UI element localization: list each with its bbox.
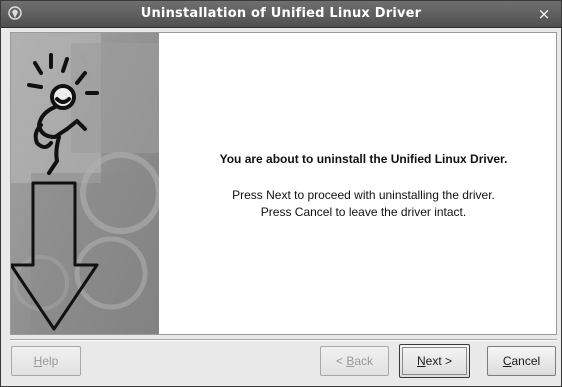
back-arrow: < — [335, 354, 347, 368]
message-area: You are about to uninstall the Unified L… — [171, 33, 556, 334]
help-label: elp — [42, 354, 59, 368]
back-label: ack — [354, 354, 374, 368]
next-button[interactable]: Next > — [399, 344, 470, 378]
window-title: Uninstallation of Unified Linux Driver — [140, 6, 422, 21]
content-frame: You are about to uninstall the Unified L… — [10, 32, 557, 335]
cancel-button[interactable]: Cancel — [487, 346, 556, 376]
back-button[interactable]: < Back — [320, 346, 389, 376]
cancel-label: ancel — [511, 354, 541, 368]
next-label: ext > — [425, 354, 453, 368]
title-bar[interactable]: Uninstallation of Unified Linux Driver × — [1, 1, 561, 28]
help-button[interactable]: Help — [11, 346, 81, 376]
app-icon — [7, 5, 23, 21]
close-icon[interactable]: × — [535, 5, 553, 23]
side-illustration — [11, 33, 159, 334]
next-mnemonic: N — [416, 354, 426, 368]
instruction-next: Press Next to proceed with uninstalling … — [232, 188, 495, 202]
next-button-focus-ring: Next > — [402, 347, 467, 375]
headline-text: You are about to uninstall the Unified L… — [219, 152, 508, 166]
button-separator — [10, 339, 557, 341]
uninstall-dialog: Uninstallation of Unified Linux Driver × — [0, 0, 562, 387]
instruction-cancel: Press Cancel to leave the driver intact. — [260, 205, 467, 219]
running-figure-with-down-arrow-icon — [11, 33, 159, 334]
